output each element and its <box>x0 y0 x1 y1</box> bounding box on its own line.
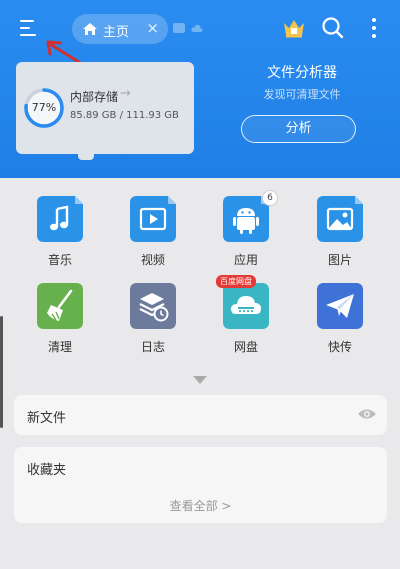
analyze-button[interactable]: 分析 <box>241 115 356 143</box>
category-label: 图片 <box>327 253 352 267</box>
music-icon <box>37 196 83 242</box>
category-label: 快传 <box>327 340 352 354</box>
category-quick-send[interactable]: 快传 <box>300 283 380 363</box>
favorites-section: 收藏夹 查看全部 > <box>14 447 387 523</box>
chevron-down-icon[interactable] <box>193 376 207 384</box>
cloud-disk-icon <box>223 283 269 329</box>
layers-clock-icon <box>130 283 176 329</box>
new-files-label: 新文件 <box>27 411 67 426</box>
baidu-pan-tag: 百度网盘 <box>216 275 256 288</box>
cloud-icon <box>191 24 203 32</box>
internal-storage-card[interactable]: 77% 内部存储 → 85.89 GB / 111.93 GB <box>16 62 194 160</box>
category-cleaner[interactable]: 清理 <box>20 283 100 363</box>
analyzer-title: 文件分析器 <box>267 65 337 81</box>
category-label: 清理 <box>47 340 72 354</box>
storage-name: 内部存储 <box>70 90 119 104</box>
search-icon[interactable] <box>320 15 346 41</box>
eye-icon[interactable] <box>357 407 377 421</box>
category-label: 日志 <box>140 340 165 354</box>
arrow-right-icon: → <box>120 86 131 101</box>
favorites-label: 收藏夹 <box>27 463 67 478</box>
edge-handle[interactable] <box>0 316 3 428</box>
category-video[interactable]: 视频 <box>113 196 193 276</box>
window-icon <box>173 23 185 33</box>
category-music[interactable]: 音乐 <box>20 196 100 276</box>
view-all-link[interactable]: 查看全部 > <box>14 497 387 514</box>
home-icon <box>83 23 97 35</box>
category-label: 网盘 <box>233 340 258 354</box>
category-logs[interactable]: 日志 <box>113 283 193 363</box>
category-images[interactable]: 图片 <box>300 196 380 276</box>
hamburger-menu-icon[interactable] <box>14 14 42 42</box>
storage-percent: 77% <box>31 101 57 114</box>
category-label: 音乐 <box>47 253 72 267</box>
paper-plane-icon <box>317 283 363 329</box>
update-count-badge: 6 <box>262 190 278 206</box>
more-vertical-icon[interactable] <box>364 15 384 41</box>
category-cloud-disk[interactable]: 百度网盘 网盘 <box>206 275 286 363</box>
android-icon <box>223 196 269 242</box>
category-apps[interactable]: 6 应用 <box>206 190 286 276</box>
top-bar: 主页 × <box>0 0 400 66</box>
image-icon <box>317 196 363 242</box>
broom-icon <box>37 283 83 329</box>
category-label: 应用 <box>233 253 258 267</box>
close-icon[interactable]: × <box>146 20 159 36</box>
tab-home-label: 主页 <box>103 25 130 40</box>
crown-icon[interactable] <box>281 15 307 41</box>
new-files-section[interactable]: 新文件 <box>14 395 387 435</box>
category-label: 视频 <box>140 253 165 267</box>
video-icon <box>130 196 176 242</box>
storage-size: 85.89 GB / 111.93 GB <box>70 110 179 121</box>
analyzer-subtitle: 发现可清理文件 <box>263 88 341 101</box>
tab-home[interactable]: 主页 × <box>72 14 168 44</box>
